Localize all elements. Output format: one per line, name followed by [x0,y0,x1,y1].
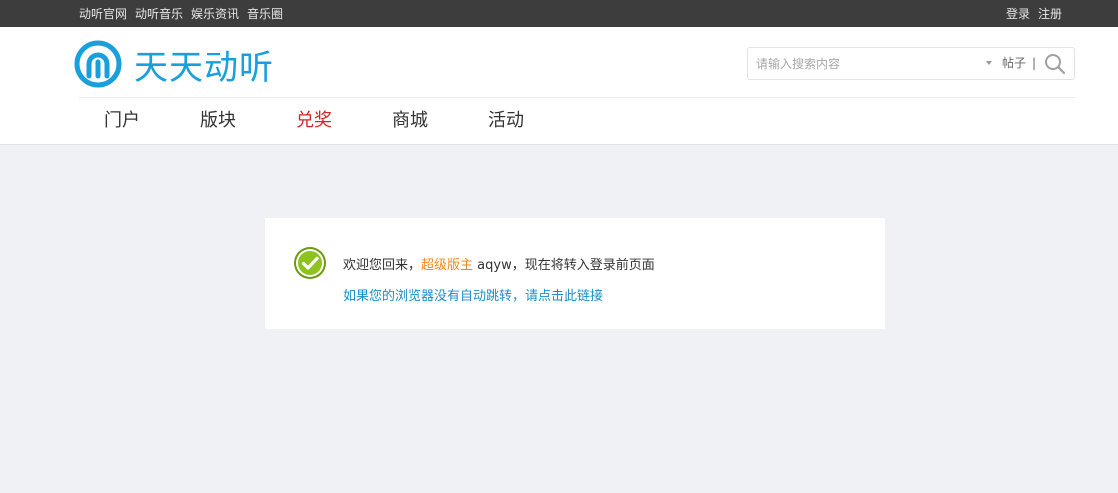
search-scope-select[interactable]: 帖子 [1002,48,1026,79]
site-header: 天天动听 帖子 | 门户 版块 兑奖 商城 活动 [0,27,1118,145]
top-bar: 动听官网 动听音乐 娱乐资讯 音乐圈 登录 注册 [0,0,1118,27]
welcome-prefix: 欢迎您回来， [343,258,422,273]
nav-item-portal[interactable]: 门户 [74,98,170,144]
login-success-panel: 欢迎您回来，超级版主 aqyw，现在将转入登录前页面 如果您的浏览器没有自动跳转… [265,218,885,329]
logo-icon [74,40,122,88]
user-role: 超级版主 [421,258,474,273]
top-link-music[interactable]: 动听音乐 [135,5,183,22]
check-circle-icon [294,247,326,279]
register-link[interactable]: 注册 [1038,5,1062,22]
welcome-suffix: ，现在将转入登录前页面 [511,258,655,273]
top-links: 动听官网 动听音乐 娱乐资讯 音乐圈 [79,0,291,27]
auth-links: 登录 注册 [998,0,1062,27]
nav-item-store[interactable]: 商城 [362,98,458,144]
search-separator: | [1032,56,1037,70]
main-nav: 门户 版块 兑奖 商城 活动 [74,98,554,144]
login-link[interactable]: 登录 [1006,5,1030,22]
redirect-link[interactable]: 如果您的浏览器没有自动跳转，请点击此链接 [343,285,603,304]
top-link-official[interactable]: 动听官网 [79,5,127,22]
nav-item-events[interactable]: 活动 [458,98,554,144]
welcome-message: 欢迎您回来，超级版主 aqyw，现在将转入登录前页面 [343,254,655,273]
site-logo[interactable]: 天天动听 [74,40,274,88]
logo-text: 天天动听 [134,47,274,88]
search-icon[interactable] [1044,53,1066,75]
nav-item-redeem[interactable]: 兑奖 [266,98,362,144]
search-input[interactable] [756,48,976,79]
top-link-news[interactable]: 娱乐资讯 [191,5,239,22]
nav-item-forum[interactable]: 版块 [170,98,266,144]
username: aqyw [473,258,512,273]
chevron-down-icon[interactable] [986,61,992,65]
search-box: 帖子 | [747,47,1075,80]
top-link-circle[interactable]: 音乐圈 [247,5,283,22]
